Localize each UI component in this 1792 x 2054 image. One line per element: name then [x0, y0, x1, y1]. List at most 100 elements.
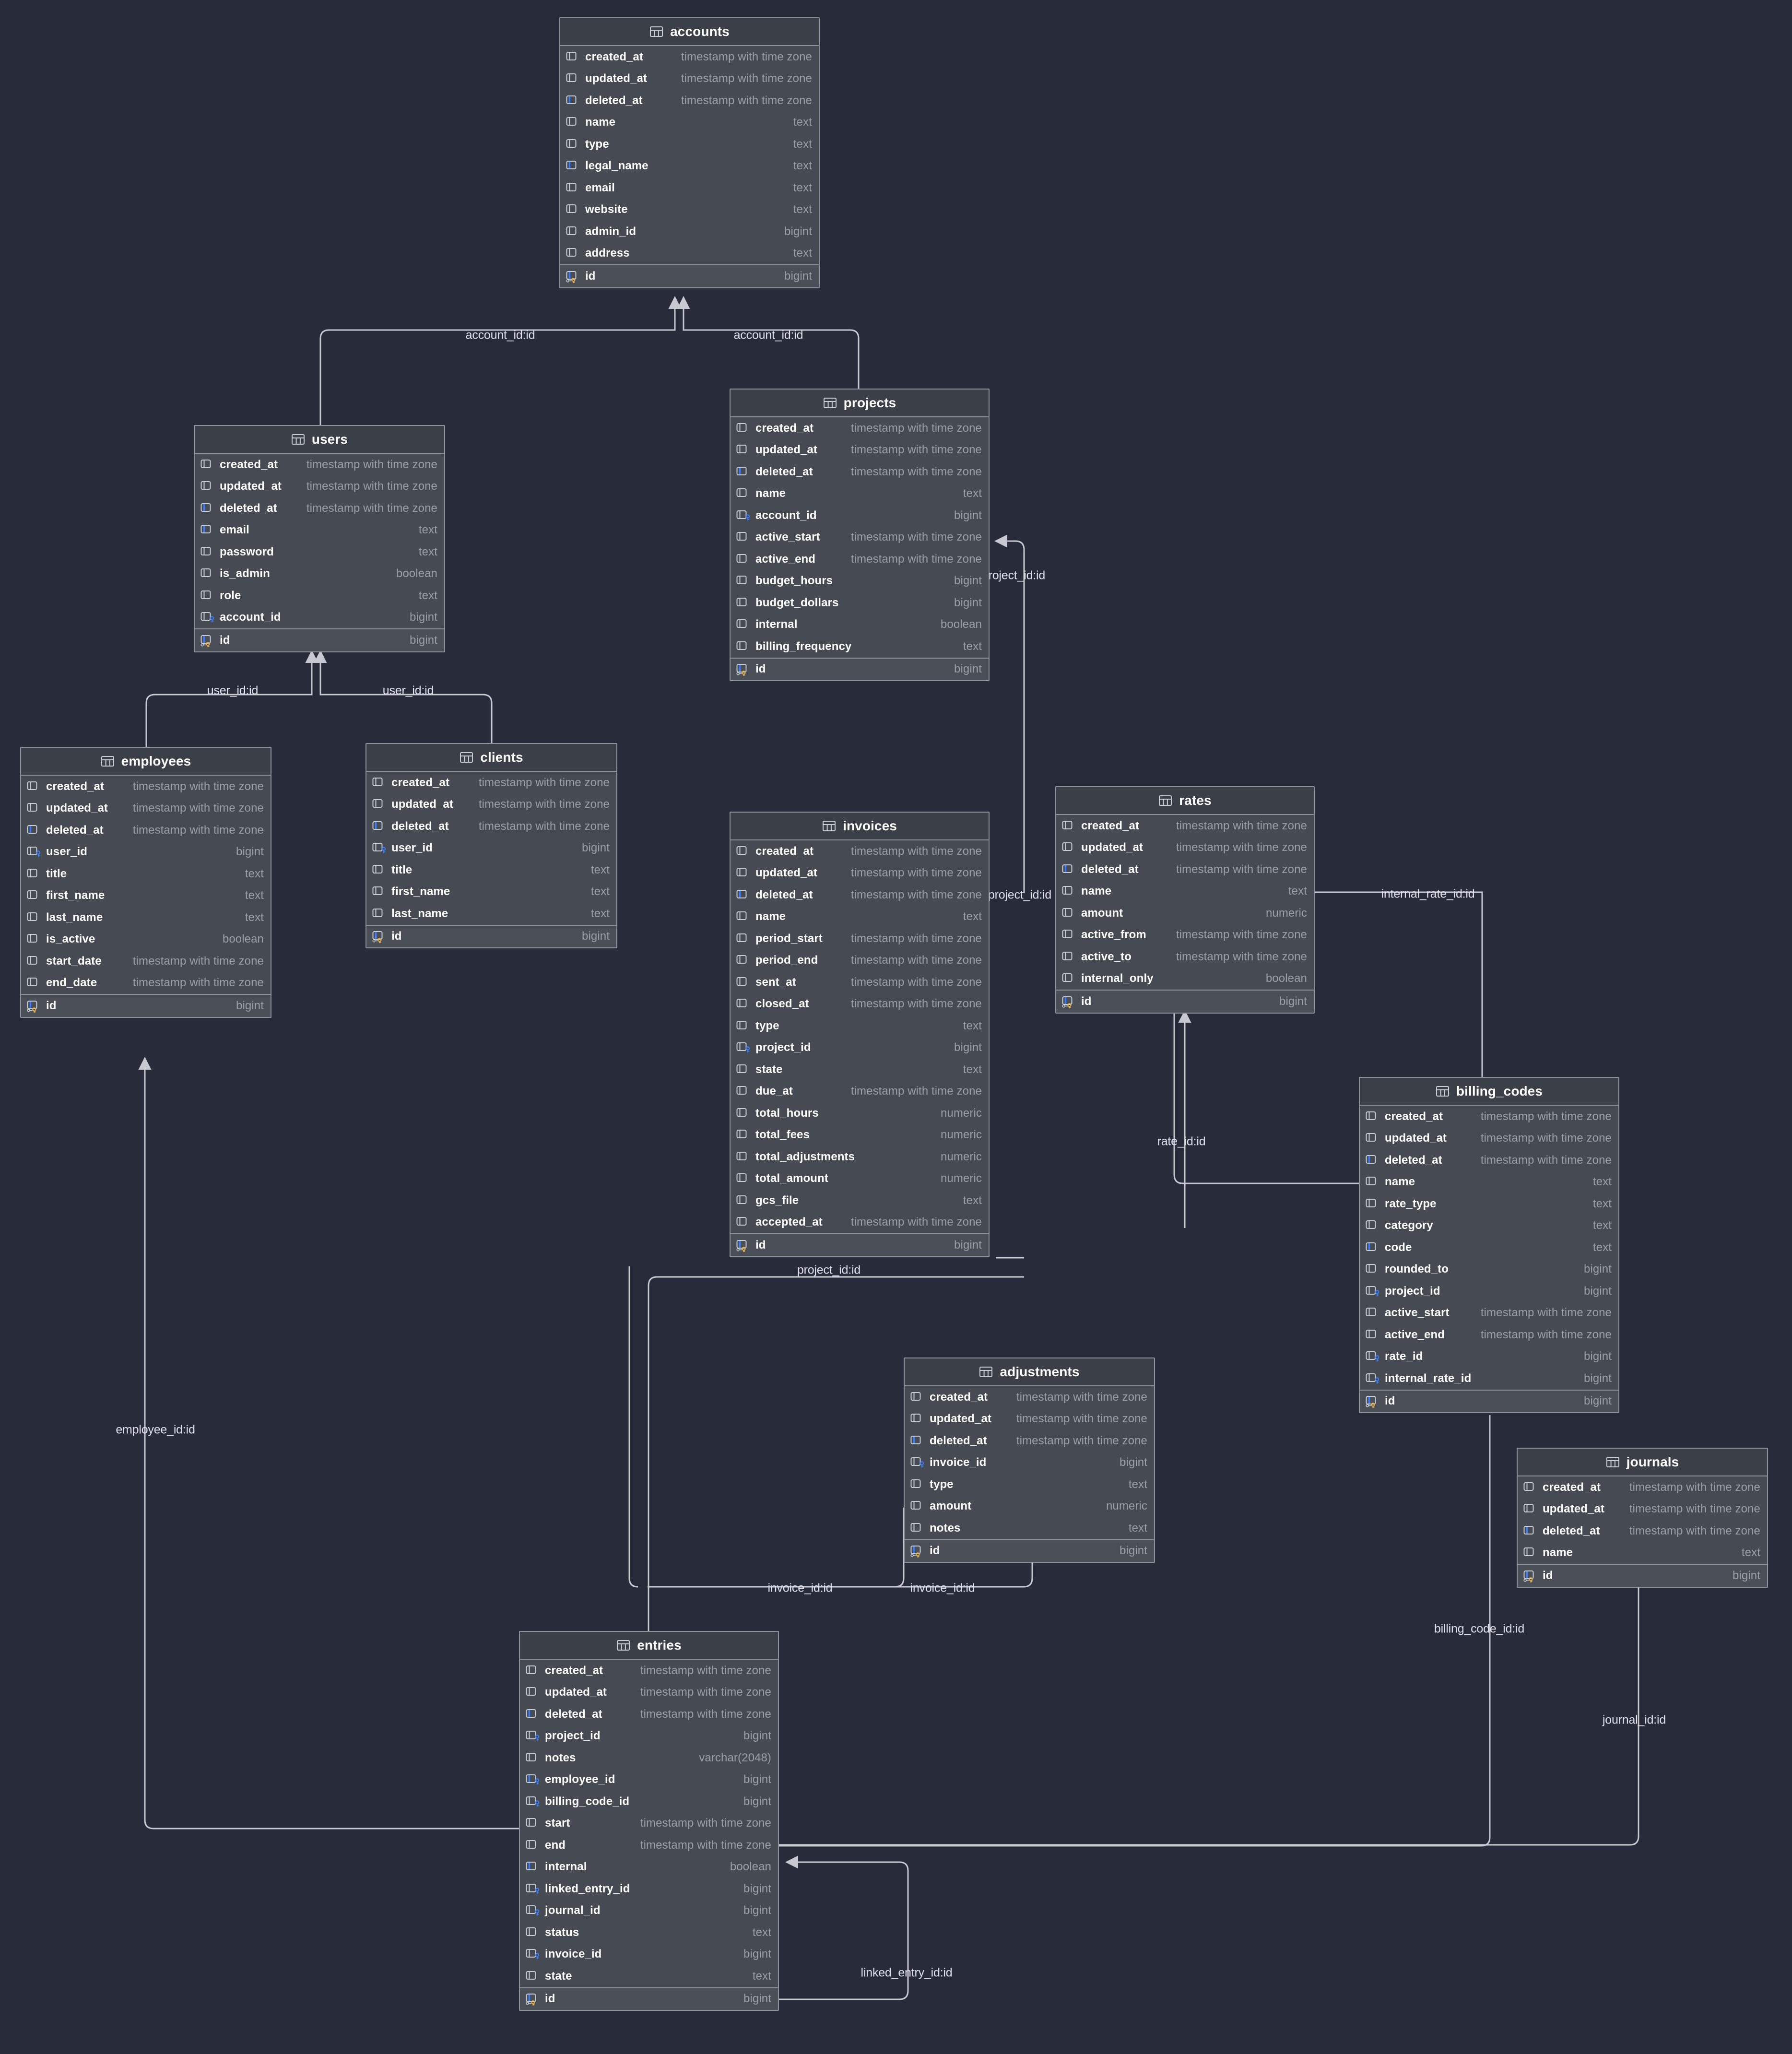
column-row[interactable]: name text — [731, 483, 989, 505]
column-row[interactable]: deleted_at timestamp with time zone — [366, 815, 616, 838]
table-clients[interactable]: clients created_at timestamp with time zon… — [365, 743, 617, 948]
column-row[interactable]: is_admin boolean — [195, 563, 444, 585]
column-row[interactable]: name text — [731, 906, 989, 928]
primary-key-row[interactable]: id bigint — [731, 659, 989, 681]
column-row[interactable]: account_id bigint — [195, 607, 444, 629]
column-row[interactable]: first_name text — [21, 885, 271, 907]
column-row[interactable]: billing_code_id bigint — [520, 1791, 778, 1813]
table-billing_codes[interactable]: billing_codes created_at timestamp with ti… — [1359, 1077, 1619, 1413]
table-primary-key-rates[interactable]: id bigint — [1056, 990, 1314, 1013]
column-row[interactable]: journal_id bigint — [520, 1900, 778, 1922]
column-row[interactable]: amount numeric — [905, 1496, 1154, 1518]
column-row[interactable]: start_date timestamp with time zone — [21, 950, 271, 972]
column-row[interactable]: updated_at timestamp with time zone — [731, 862, 989, 885]
column-row[interactable]: deleted_at timestamp with time zone — [1056, 859, 1314, 881]
column-row[interactable]: created_at timestamp with time zone — [21, 776, 271, 798]
column-row[interactable]: active_start timestamp with time zone — [731, 527, 989, 549]
table-entries[interactable]: entries created_at timestamp with time zon… — [519, 1631, 779, 2011]
column-row[interactable]: first_name text — [366, 881, 616, 903]
column-row[interactable]: total_amount numeric — [731, 1168, 989, 1190]
table-header-accounts[interactable]: accounts — [560, 18, 819, 46]
column-row[interactable]: budget_dollars bigint — [731, 592, 989, 614]
table-header-invoices[interactable]: invoices — [731, 813, 989, 840]
column-row[interactable]: gcs_file text — [731, 1190, 989, 1212]
column-row[interactable]: last_name text — [21, 907, 271, 929]
column-row[interactable]: rounded_to bigint — [1360, 1259, 1618, 1281]
column-row[interactable]: updated_at timestamp with time zone — [195, 476, 444, 498]
column-row[interactable]: period_end timestamp with time zone — [731, 950, 989, 972]
column-row[interactable]: updated_at timestamp with time zone — [21, 798, 271, 820]
column-row[interactable]: code text — [1360, 1237, 1618, 1259]
column-row[interactable]: billing_frequency text — [731, 636, 989, 658]
column-row[interactable]: active_to timestamp with time zone — [1056, 946, 1314, 968]
table-rates[interactable]: rates created_at timestamp with time zone u… — [1055, 786, 1315, 1014]
column-row[interactable]: internal_only boolean — [1056, 968, 1314, 990]
column-row[interactable]: total_fees numeric — [731, 1124, 989, 1146]
column-row[interactable]: total_adjustments numeric — [731, 1146, 989, 1168]
column-row[interactable]: closed_at timestamp with time zone — [731, 993, 989, 1015]
table-employees[interactable]: employees created_at timestamp with time z… — [20, 747, 271, 1018]
column-row[interactable]: active_end timestamp with time zone — [731, 548, 989, 570]
primary-key-row[interactable]: id bigint — [520, 1988, 778, 2010]
table-primary-key-clients[interactable]: id bigint — [366, 924, 616, 947]
column-row[interactable]: name text — [1056, 881, 1314, 903]
column-row[interactable]: created_at timestamp with time zone — [1056, 815, 1314, 837]
column-row[interactable]: admin_id bigint — [560, 221, 819, 243]
column-row[interactable]: password text — [195, 541, 444, 563]
column-row[interactable]: deleted_at timestamp with time zone — [21, 819, 271, 841]
column-row[interactable]: name text — [1518, 1542, 1767, 1564]
column-row[interactable]: email text — [195, 519, 444, 542]
column-row[interactable]: title text — [366, 859, 616, 881]
column-row[interactable]: created_at timestamp with time zone — [731, 417, 989, 439]
column-row[interactable]: deleted_at timestamp with time zone — [905, 1430, 1154, 1452]
primary-key-row[interactable]: id bigint — [21, 995, 271, 1017]
column-row[interactable]: name text — [560, 112, 819, 134]
column-row[interactable]: is_active boolean — [21, 929, 271, 951]
column-row[interactable]: created_at timestamp with time zone — [905, 1386, 1154, 1408]
primary-key-row[interactable]: id bigint — [560, 265, 819, 287]
column-row[interactable]: active_end timestamp with time zone — [1360, 1324, 1618, 1346]
column-row[interactable]: legal_name text — [560, 155, 819, 177]
table-header-rates[interactable]: rates — [1056, 787, 1314, 815]
column-row[interactable]: type text — [905, 1474, 1154, 1496]
table-primary-key-users[interactable]: id bigint — [195, 628, 444, 651]
column-row[interactable]: state text — [520, 1965, 778, 1987]
column-row[interactable]: updated_at timestamp with time zone — [366, 794, 616, 816]
column-row[interactable]: updated_at timestamp with time zone — [560, 68, 819, 90]
table-projects[interactable]: projects created_at timestamp with time zo… — [730, 389, 990, 681]
column-row[interactable]: name text — [1360, 1171, 1618, 1193]
column-row[interactable]: created_at timestamp with time zone — [366, 772, 616, 794]
column-row[interactable]: updated_at timestamp with time zone — [1360, 1128, 1618, 1150]
column-row[interactable]: created_at timestamp with time zone — [520, 1660, 778, 1682]
column-row[interactable]: status text — [520, 1922, 778, 1944]
column-row[interactable]: budget_hours bigint — [731, 570, 989, 592]
table-accounts[interactable]: accounts created_at timestamp with time zo… — [559, 17, 820, 288]
primary-key-row[interactable]: id bigint — [731, 1234, 989, 1256]
table-header-adjustments[interactable]: adjustments — [905, 1358, 1154, 1386]
column-row[interactable]: updated_at timestamp with time zone — [1518, 1499, 1767, 1521]
column-row[interactable]: deleted_at timestamp with time zone — [560, 90, 819, 112]
primary-key-row[interactable]: id bigint — [905, 1540, 1154, 1562]
column-row[interactable]: linked_entry_id bigint — [520, 1878, 778, 1900]
column-row[interactable]: rate_id bigint — [1360, 1346, 1618, 1368]
column-row[interactable]: created_at timestamp with time zone — [1360, 1106, 1618, 1128]
table-adjustments[interactable]: adjustments created_at timestamp with time… — [904, 1358, 1155, 1563]
table-header-entries[interactable]: entries — [520, 1632, 778, 1660]
column-row[interactable]: created_at timestamp with time zone — [731, 840, 989, 862]
table-header-projects[interactable]: projects — [731, 390, 989, 417]
column-row[interactable]: title text — [21, 863, 271, 885]
table-primary-key-employees[interactable]: id bigint — [21, 994, 271, 1017]
column-row[interactable]: project_id bigint — [520, 1725, 778, 1747]
column-row[interactable]: role text — [195, 585, 444, 607]
column-row[interactable]: period_start timestamp with time zone — [731, 928, 989, 950]
primary-key-row[interactable]: id bigint — [195, 629, 444, 651]
column-row[interactable]: total_hours numeric — [731, 1102, 989, 1124]
column-row[interactable]: invoice_id bigint — [520, 1944, 778, 1966]
column-row[interactable]: created_at timestamp with time zone — [1518, 1476, 1767, 1499]
column-row[interactable]: last_name text — [366, 903, 616, 925]
column-row[interactable]: type text — [560, 133, 819, 155]
column-row[interactable]: deleted_at timestamp with time zone — [731, 461, 989, 483]
column-row[interactable]: deleted_at timestamp with time zone — [195, 497, 444, 519]
column-row[interactable]: updated_at timestamp with time zone — [1056, 837, 1314, 859]
column-row[interactable]: start timestamp with time zone — [520, 1813, 778, 1835]
